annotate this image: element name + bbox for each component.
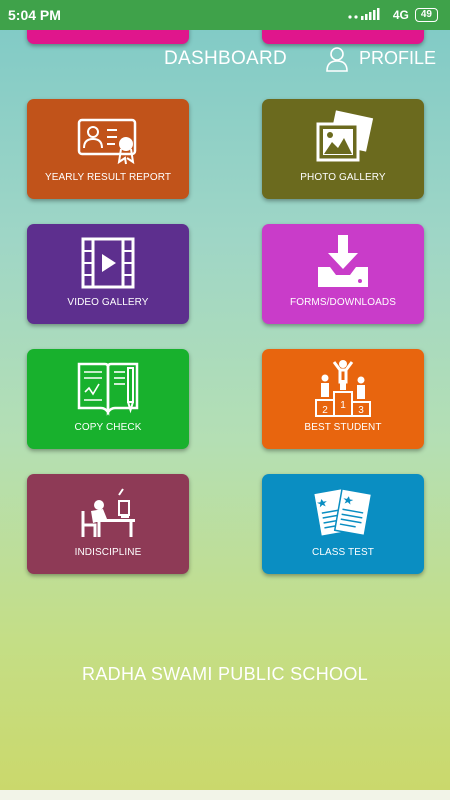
tab-profile[interactable]: PROFILE	[359, 48, 436, 69]
network-type: 4G	[392, 8, 409, 22]
tile-yearly-result-report[interactable]: YEARLY RESULT REPORT	[27, 99, 189, 199]
tab-dashboard[interactable]: DASHBOARD	[164, 48, 287, 70]
tile-label: YEARLY RESULT REPORT	[44, 172, 172, 183]
svg-text:1: 1	[340, 400, 346, 411]
tile-label: FORMS/DOWNLOADS	[290, 297, 396, 308]
header: DASHBOARD PROFILE	[0, 44, 450, 74]
status-time: 5:04 PM	[8, 7, 61, 23]
bottom-strip	[0, 790, 450, 800]
podium-icon: 1 2 3	[315, 360, 371, 417]
tile-label: PHOTO GALLERY	[300, 172, 386, 183]
certificate-icon	[77, 118, 137, 165]
download-icon	[318, 235, 368, 287]
photo-gallery-icon	[316, 110, 374, 162]
profile-icon[interactable]	[325, 46, 349, 72]
tile-video-gallery[interactable]: VIDEO GALLERY	[27, 224, 189, 324]
tile-label: CLASS TEST	[312, 547, 374, 558]
tile-photo-gallery[interactable]: PHOTO GALLERY	[262, 99, 424, 199]
status-icons: 4G 49	[347, 7, 438, 23]
tile-label: COPY CHECK	[74, 422, 142, 433]
notebook-icon	[77, 362, 139, 416]
video-icon	[81, 237, 135, 289]
tile-label: BEST STUDENT	[304, 422, 382, 433]
signal-icon	[347, 7, 387, 23]
desk-icon	[81, 488, 135, 537]
tile-forms-downloads[interactable]: FORMS/DOWNLOADS	[262, 224, 424, 324]
tile-class-test[interactable]: CLASS TEST	[262, 474, 424, 574]
battery-icon: 49	[414, 8, 438, 22]
svg-text:2: 2	[322, 405, 328, 416]
tile-indiscipline[interactable]: INDISCIPLINE	[27, 474, 189, 574]
tile-best-student[interactable]: 1 2 3 BEST STUDENT	[262, 349, 424, 449]
tile-label: VIDEO GALLERY	[67, 297, 149, 308]
test-papers-icon	[314, 488, 373, 537]
school-name: RADHA SWAMI PUBLIC SCHOOL	[82, 664, 368, 684]
svg-text:3: 3	[358, 405, 364, 416]
tile-label: INDISCIPLINE	[74, 547, 142, 558]
tile-copy-check[interactable]: COPY CHECK	[27, 349, 189, 449]
status-bar: 5:04 PM 4G 49	[0, 0, 450, 30]
